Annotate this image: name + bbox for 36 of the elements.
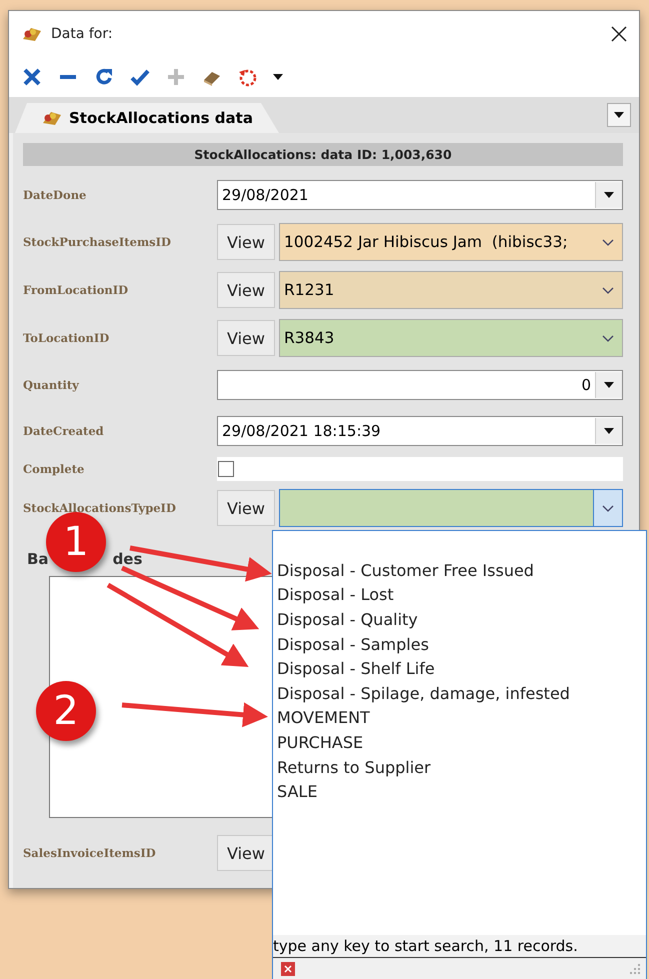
window-title: Data for: bbox=[51, 26, 114, 42]
date-field[interactable]: 29/08/2021 bbox=[217, 180, 623, 210]
number-field[interactable]: 0 bbox=[217, 370, 623, 400]
field-label: DateDone bbox=[22, 188, 88, 202]
field-label: Complete bbox=[22, 462, 86, 476]
lookup-field[interactable]: R3843 bbox=[279, 319, 623, 357]
dropdown-item[interactable]: Disposal - Customer Free Issued bbox=[273, 558, 646, 583]
view-button[interactable]: View bbox=[217, 835, 275, 871]
section-title: des bbox=[112, 550, 142, 568]
field-label: FromLocationID bbox=[22, 283, 130, 297]
dropdown-item[interactable]: Disposal - Shelf Life bbox=[273, 656, 646, 681]
dropdown-item[interactable]: Disposal - Samples bbox=[273, 632, 646, 656]
view-button[interactable]: View bbox=[217, 490, 275, 526]
dropdown-item[interactable]: Disposal - Lost bbox=[273, 582, 646, 608]
dropdown-item[interactable]: Disposal - Quality bbox=[273, 607, 646, 632]
section-title: Ba bbox=[27, 550, 49, 568]
dropdown-item[interactable]: Disposal - Spilage, damage, infested bbox=[273, 680, 646, 706]
field-label: DateCreated bbox=[22, 424, 105, 438]
field-label: ToLocationID bbox=[22, 331, 110, 345]
lookup-field[interactable]: 1002452 Jar Hibiscus Jam (hibisc33; bbox=[279, 223, 623, 261]
dropdown-item[interactable]: MOVEMENT bbox=[273, 706, 646, 730]
lookup-field[interactable]: R1231 bbox=[279, 271, 623, 309]
dropdown-item[interactable]: SALE bbox=[273, 779, 646, 804]
field-label: StockAllocationsTypeID bbox=[22, 501, 177, 515]
view-button[interactable]: View bbox=[217, 320, 275, 356]
field-label: SalesInvoiceItemsID bbox=[22, 846, 157, 860]
dropdown-item[interactable]: PURCHASE bbox=[273, 730, 646, 755]
record-header: StockAllocations: data ID: 1,003,630 bbox=[23, 143, 623, 166]
field-label: Quantity bbox=[22, 378, 80, 392]
view-button[interactable]: View bbox=[217, 272, 275, 308]
view-button[interactable]: View bbox=[217, 224, 275, 260]
field-label: StockPurchaseItemsID bbox=[22, 235, 172, 249]
date-field[interactable]: 29/08/2021 18:15:39 bbox=[217, 416, 623, 446]
status-text: type any key to start search, 11 records. bbox=[273, 935, 646, 958]
dropdown-item[interactable]: Returns to Supplier bbox=[273, 754, 646, 780]
tab[interactable]: StockAllocations data bbox=[15, 103, 279, 133]
